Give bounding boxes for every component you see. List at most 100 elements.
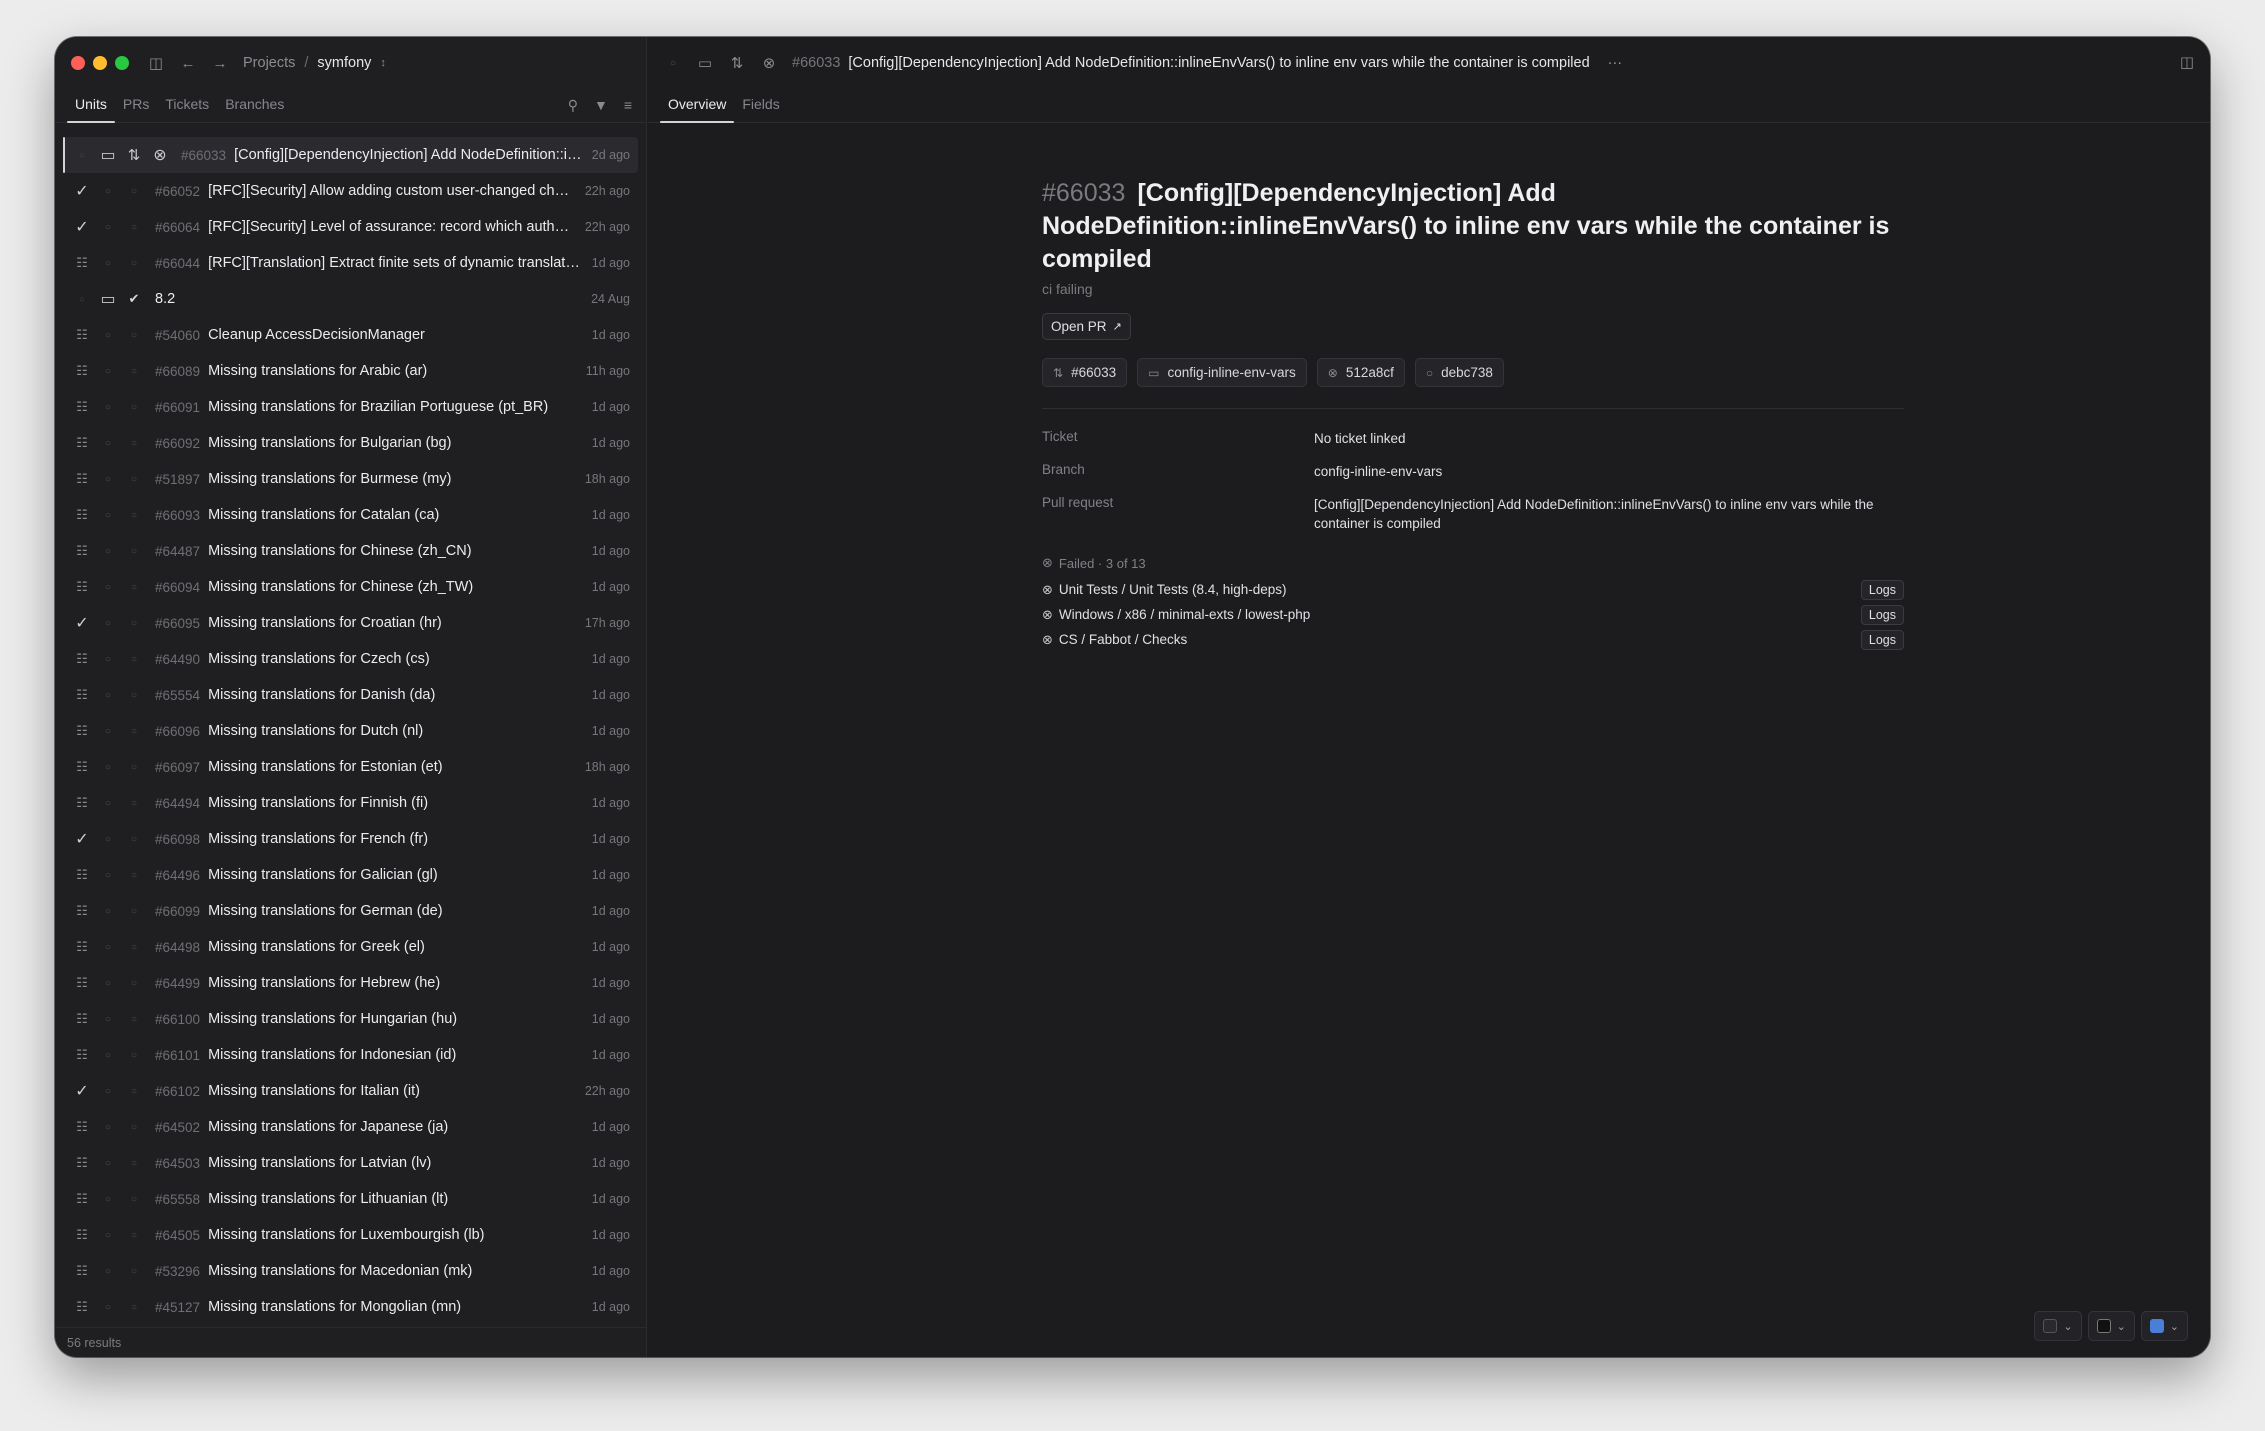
list-item[interactable]: ☷ ○ ○ #64490 Missing translations for Czech … [55,641,646,677]
list-item[interactable]: ✓ ○ ○ #66052 [RFC][Security] Allow adding cu… [55,173,646,209]
list-item[interactable]: ☷ ○ ○ #64496 Missing translations for Galici… [55,857,646,893]
item-timestamp: 1d ago [591,868,630,882]
breadcrumb-projects[interactable]: Projects [243,55,295,71]
status-dot-icon: ○ [104,545,112,557]
list-item[interactable]: ☷ ○ ○ #66091 Missing translations for Brazil… [55,389,646,425]
field-key-branch: Branch [1042,462,1085,477]
item-timestamp: 24 Aug [591,292,630,306]
list-item[interactable]: ✓ ○ ○ #66098 Missing translations for French… [55,821,646,857]
header-title: [Config][DependencyInjection] Add NodeDe… [848,55,1590,71]
item-number: #66033 [181,147,227,163]
list-tools: ⚲ ▼ ≡ [568,97,632,114]
more-menu-icon[interactable]: ··· [1608,55,1623,71]
search-icon[interactable]: ⚲ [568,97,578,114]
list-item[interactable]: ○ ▭ ✔ 8.2 24 Aug [55,281,646,317]
circle-icon: ○ [1425,365,1434,380]
forward-arrow-icon[interactable]: → [211,55,229,72]
field-value-branch[interactable]: config-inline-env-vars [1314,462,1904,481]
item-title: Missing translations for Finnish (fi) [208,795,429,811]
list-item[interactable]: ☷ ○ ○ #66092 Missing translations for Bulgar… [55,425,646,461]
panel-toggle-icon[interactable]: ◫ [2180,53,2194,71]
tab-overview[interactable]: Overview [660,96,735,123]
tab-prs[interactable]: PRs [115,96,157,122]
item-title: Missing translations for Mongolian (mn) [208,1299,462,1315]
list-item[interactable]: ✓ ○ ○ #66102 Missing translations for Italia… [55,1073,646,1109]
close-window-button[interactable] [71,56,85,70]
list-item[interactable]: ☷ ○ ○ #66096 Missing translations for Dutch … [55,713,646,749]
editor-picker[interactable]: ⌄ [2034,1311,2082,1341]
list-item[interactable]: ☷ ○ ○ #66089 Missing translations for Arabic… [55,353,646,389]
item-title: [RFC][Security] Level of assurance: reco… [208,219,575,235]
list-item[interactable]: ☷ ○ ○ #66094 Missing translations for Chines… [55,569,646,605]
field-value-pull-request[interactable]: [Config][DependencyInjection] Add NodeDe… [1314,495,1904,533]
chip-commit[interactable]: ○ debc738 [1414,358,1504,387]
item-timestamp: 1d ago [591,976,630,990]
list-item[interactable]: ☷ ○ ○ #66101 Missing translations for Indone… [55,1037,646,1073]
status-dot-icon: ○ [104,185,112,197]
list-item[interactable]: ○ ▭ ⇅ ⊗ #66033 [Config][DependencyInjection] … [63,137,638,173]
item-title: Missing translations for Chinese (zh_TW) [208,579,474,595]
status-dot-icon: ○ [104,905,112,917]
status-dot-icon: ○ [104,977,112,989]
list-item[interactable]: ☷ ○ ○ #64498 Missing translations for Greek … [55,929,646,965]
tab-units[interactable]: Units [67,96,115,123]
logs-button[interactable]: Logs [1860,604,1904,625]
item-title: Missing translations for Latvian (lv) [208,1155,432,1171]
list-item[interactable]: ✓ ○ ○ #66064 [RFC][Security] Level of assura… [55,209,646,245]
item-title: Missing translations for Burmese (my) [208,471,452,487]
chip-pr[interactable]: ⇅ #66033 [1042,358,1128,387]
chip-commit-failed[interactable]: ⊗ 512a8cf [1316,358,1405,387]
list-item[interactable]: ☷ ○ ○ #65558 Missing translations for Lithua… [55,1181,646,1217]
sidebar-toggle-icon[interactable]: ◫ [147,54,165,72]
pull-request-icon: ⇅ [127,147,141,164]
chip-branch[interactable]: ▭ config-inline-env-vars [1137,358,1307,387]
item-title: [RFC][Security] Allow adding custom user… [208,183,575,199]
sort-icon[interactable]: ≡ [624,97,632,114]
tool-icon [2096,1319,2111,1333]
x-circle-icon: ⊗ [1327,365,1338,380]
list-item[interactable]: ☷ ○ ○ #64505 Missing translations for Luxemb… [55,1217,646,1253]
list-item[interactable]: ✓ ○ ○ #66095 Missing translations for Croati… [55,605,646,641]
status-dot-icon: ○ [104,689,112,701]
tab-branches[interactable]: Branches [217,96,292,122]
item-number: #66089 [155,363,201,379]
chevron-updown-icon[interactable]: ↕ [380,57,386,69]
list-item[interactable]: ☷ ○ ○ #64487 Missing translations for Chines… [55,533,646,569]
list-item[interactable]: ☷ ○ ○ #51897 Missing translations for Burmes… [55,461,646,497]
list-item[interactable]: ☷ ○ ○ #64502 Missing translations for Japane… [55,1109,646,1145]
filter-icon[interactable]: ▼ [594,97,608,114]
logs-button[interactable]: Logs [1860,579,1904,600]
logs-button[interactable]: Logs [1860,629,1904,650]
list-item[interactable]: ☷ ○ ○ #66100 Missing translations for Hungar… [55,1001,646,1037]
item-number: #66092 [155,435,201,451]
tool-picker[interactable]: ⌄ [2087,1311,2135,1341]
open-pr-button[interactable]: Open PR ↗ [1042,313,1131,340]
list-item[interactable]: ☷ ○ ○ #64494 Missing translations for Finnis… [55,785,646,821]
item-number: #66096 [155,723,201,739]
minimize-window-button[interactable] [93,56,107,70]
back-arrow-icon[interactable]: ← [179,55,197,72]
list-item[interactable]: ☷ ○ ○ #66097 Missing translations for Estoni… [55,749,646,785]
item-title: Missing translations for Czech (cs) [208,651,430,667]
list-item[interactable]: ☷ ○ ○ #64503 Missing translations for Latvia… [55,1145,646,1181]
check-label: Unit Tests / Unit Tests (8.4, high-deps) [1058,582,1287,597]
ticket-icon: ☷ [76,1119,88,1134]
list-item[interactable]: ☷ ○ ○ #53296 Missing translations for Macedo… [55,1253,646,1289]
list-item[interactable]: ☷ ○ ○ #66099 Missing translations for German… [55,893,646,929]
list-item[interactable]: ☷ ○ ○ #54060 Cleanup AccessDecisionManager 1d… [55,317,646,353]
list-item[interactable]: ☷ ○ ○ #66044 [RFC][Translation] Extract fini… [55,245,646,281]
item-timestamp: 1d ago [591,652,630,666]
tab-tickets[interactable]: Tickets [157,96,217,122]
list-item[interactable]: ☷ ○ ○ #45127 Missing translations for Mongol… [55,1289,646,1325]
status-dot-icon: ○ [130,833,138,845]
list-item[interactable]: ☷ ○ ○ #65554 Missing translations for Danish… [55,677,646,713]
tab-fields[interactable]: Fields [734,96,787,122]
list-item[interactable]: ☷ ○ ○ #64499 Missing translations for Hebrew… [55,965,646,1001]
zoom-window-button[interactable] [115,56,129,70]
breadcrumb-separator: / [304,55,309,71]
app-picker[interactable]: ⌄ [2140,1311,2188,1341]
item-title: Missing translations for Macedonian (mk) [208,1263,473,1279]
list-item[interactable]: ☷ ○ ○ #66093 Missing translations for Catala… [55,497,646,533]
breadcrumb-project[interactable]: symfony [317,55,371,71]
item-title: Missing translations for Croatian (hr) [208,615,442,631]
